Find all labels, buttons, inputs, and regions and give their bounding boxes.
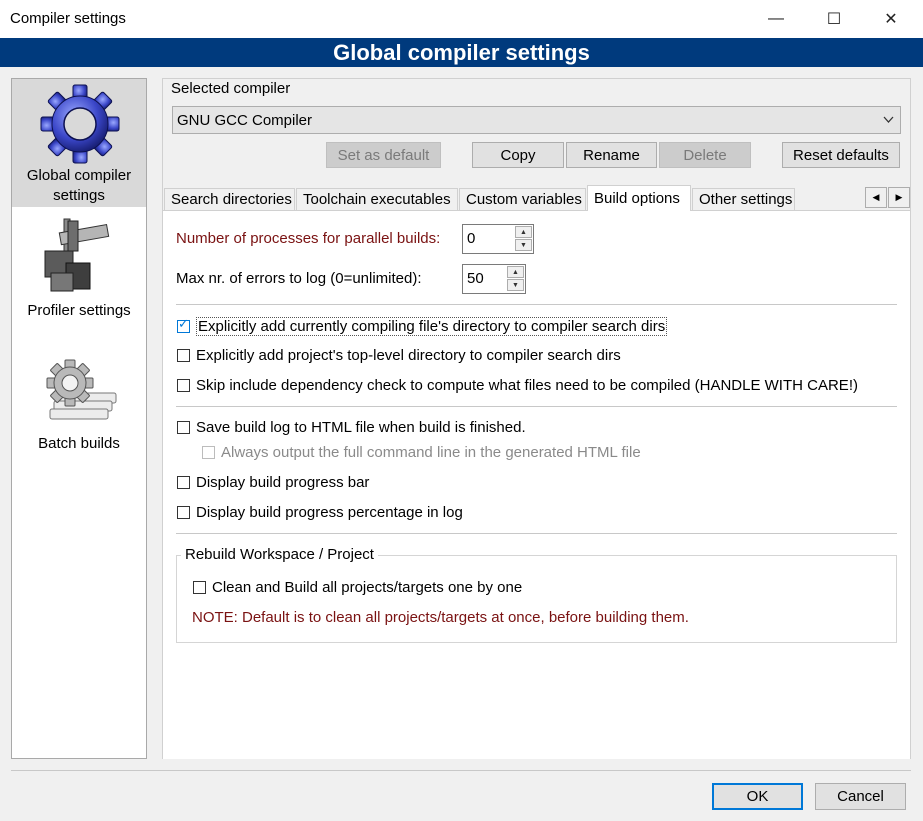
parallel-builds-value: 0 (467, 230, 476, 247)
sidebar-item-global-compiler[interactable]: Global compiler settings (12, 79, 146, 207)
separator (176, 533, 897, 534)
tab-toolchain-executables[interactable]: Toolchain executables (296, 188, 458, 210)
compiler-dropdown[interactable]: GNU GCC Compiler (172, 106, 901, 134)
separator (176, 406, 897, 407)
add-file-dir-checkbox[interactable] (177, 317, 190, 333)
full-command-line-label: Always output the full command line in t… (221, 444, 641, 461)
window-title: Compiler settings (10, 10, 126, 27)
rebuild-note: NOTE: Default is to clean all projects/t… (192, 609, 689, 626)
arrow-up-icon: ▲ (512, 268, 519, 276)
spin-up-button[interactable]: ▲ (507, 266, 524, 278)
ok-button[interactable]: OK (712, 783, 803, 810)
full-command-line-checkbox[interactable] (202, 446, 215, 459)
compiler-dropdown-value: GNU GCC Compiler (177, 112, 313, 129)
tab-search-directories[interactable]: Search directories (164, 188, 295, 210)
arrow-left-icon: ◀ (872, 192, 880, 202)
progress-bar-label[interactable]: Display build progress bar (196, 474, 369, 491)
maximize-icon: ☐ (826, 11, 842, 28)
save-html-log-label[interactable]: Save build log to HTML file when build i… (196, 419, 526, 436)
add-project-dir-checkbox[interactable] (177, 349, 190, 362)
delete-button[interactable]: Delete (659, 142, 751, 168)
rebuild-group-label: Rebuild Workspace / Project (181, 546, 378, 563)
sidebar-item-label: settings (53, 187, 105, 204)
progress-bar-checkbox[interactable] (177, 476, 190, 489)
tab-scroll-left-button[interactable]: ◀ (865, 187, 887, 208)
close-button[interactable]: ✕ (862, 0, 920, 38)
sidebar-item-label: Batch builds (38, 435, 120, 452)
progress-percentage-label[interactable]: Display build progress percentage in log (196, 504, 463, 521)
max-errors-label: Max nr. of errors to log (0=unlimited): (176, 270, 422, 287)
tab-build-options[interactable]: Build options (587, 185, 691, 211)
footer-separator (11, 770, 911, 771)
arrow-right-icon: ▶ (895, 192, 903, 202)
set-default-button[interactable]: Set as default (326, 142, 441, 168)
selected-compiler-label: Selected compiler (171, 80, 291, 97)
maximize-button[interactable]: ☐ (805, 0, 863, 38)
rename-button[interactable]: Rename (566, 142, 657, 168)
skip-include-check-label[interactable]: Skip include dependency check to compute… (196, 377, 858, 394)
spin-down-button[interactable]: ▼ (515, 239, 532, 251)
arrow-down-icon: ▼ (512, 281, 519, 289)
clean-build-one-by-one-checkbox[interactable] (193, 581, 206, 594)
minimize-button[interactable]: — (747, 0, 805, 38)
tab-scroll-right-button[interactable]: ▶ (888, 187, 910, 208)
gear-stack-icon (46, 359, 117, 420)
max-errors-spinner[interactable]: 50 ▲ ▼ (462, 264, 526, 294)
sidebar-item-batch-builds[interactable]: Batch builds (12, 347, 146, 459)
add-file-dir-label[interactable]: Explicitly add currently compiling file'… (196, 317, 668, 336)
separator (176, 304, 897, 305)
sidebar: Global compiler settings Profiler settin… (11, 78, 147, 759)
close-icon: ✕ (884, 11, 898, 28)
spin-down-button[interactable]: ▼ (507, 279, 524, 291)
cancel-button[interactable]: Cancel (815, 783, 906, 810)
skip-include-check-checkbox[interactable] (177, 379, 190, 392)
copy-button[interactable]: Copy (472, 142, 564, 168)
sidebar-item-label: Global compiler (26, 167, 132, 184)
header-banner: Global compiler settings (0, 38, 923, 67)
progress-percentage-checkbox[interactable] (177, 506, 190, 519)
save-html-log-checkbox[interactable] (177, 421, 190, 434)
minimize-icon: — (768, 10, 784, 27)
parallel-builds-label: Number of processes for parallel builds: (176, 230, 441, 247)
caliper-icon (44, 218, 110, 292)
chevron-down-icon (883, 116, 894, 123)
gear-icon (40, 84, 120, 164)
max-errors-value: 50 (467, 270, 484, 287)
tab-custom-variables[interactable]: Custom variables (459, 188, 586, 210)
add-project-dir-label[interactable]: Explicitly add project's top-level direc… (196, 347, 621, 364)
reset-defaults-button[interactable]: Reset defaults (782, 142, 900, 168)
parallel-builds-spinner[interactable]: 0 ▲ ▼ (462, 224, 534, 254)
clean-build-one-by-one-label[interactable]: Clean and Build all projects/targets one… (212, 579, 522, 596)
sidebar-item-profiler[interactable]: Profiler settings (12, 213, 146, 325)
rebuild-group (176, 555, 897, 643)
arrow-down-icon: ▼ (520, 241, 527, 249)
arrow-up-icon: ▲ (520, 228, 527, 236)
title-bar: Compiler settings — ☐ ✕ (0, 0, 923, 38)
spin-up-button[interactable]: ▲ (515, 226, 532, 238)
sidebar-item-label: Profiler settings (27, 302, 131, 319)
tab-other-settings[interactable]: Other settings (692, 188, 795, 210)
